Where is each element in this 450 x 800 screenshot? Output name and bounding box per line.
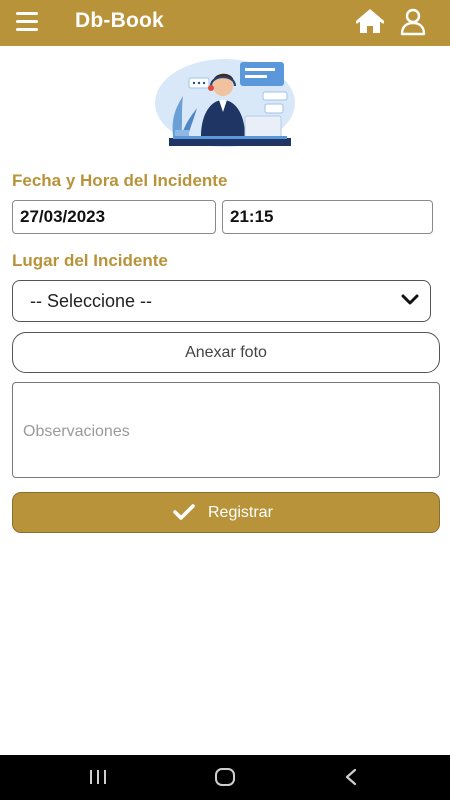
check-icon <box>173 504 195 520</box>
register-button[interactable]: Registrar <box>12 492 440 533</box>
system-nav-bar <box>0 755 450 800</box>
app-title: Db-Book <box>75 9 164 32</box>
user-icon[interactable] <box>400 8 426 36</box>
observations-textarea[interactable]: Observaciones <box>12 382 440 478</box>
time-field[interactable]: 21:15 <box>222 200 433 234</box>
support-agent-illustration <box>155 59 295 147</box>
place-label: Lugar del Incidente <box>12 251 168 270</box>
date-field[interactable]: 27/03/2023 <box>12 200 216 234</box>
menu-icon[interactable] <box>16 12 40 32</box>
attach-photo-button[interactable]: Anexar foto <box>12 332 440 373</box>
register-button-label: Registrar <box>208 504 273 521</box>
place-select[interactable]: -- Seleccione -- <box>12 280 431 322</box>
back-icon[interactable] <box>320 755 380 800</box>
home-icon[interactable] <box>356 9 384 35</box>
recent-apps-icon[interactable] <box>68 755 128 800</box>
place-select-value: -- Seleccione -- <box>30 291 153 311</box>
home-nav-icon[interactable] <box>195 755 255 800</box>
app-bar: Db-Book <box>0 0 450 46</box>
datetime-label: Fecha y Hora del Incidente <box>12 171 228 190</box>
chevron-down-icon <box>401 294 419 305</box>
observations-placeholder: Observaciones <box>23 423 130 440</box>
